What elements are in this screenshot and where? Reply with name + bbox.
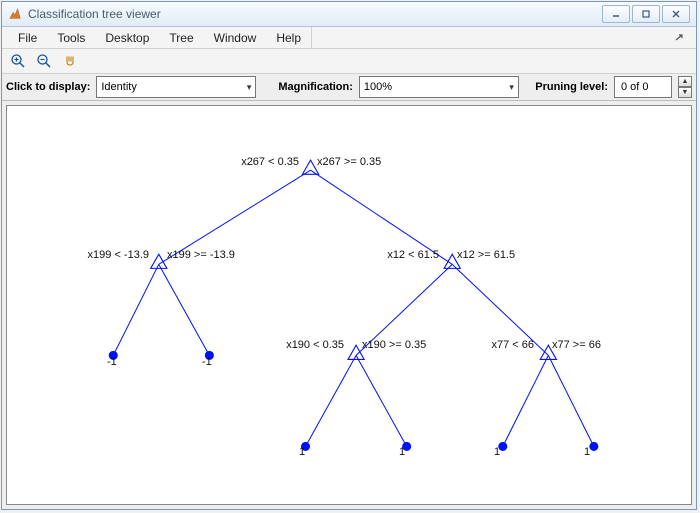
split-label-left: x267 < 0.35 bbox=[229, 156, 299, 168]
magnification-value: 100% bbox=[364, 81, 392, 93]
window-title: Classification tree viewer bbox=[28, 7, 602, 21]
split-label-right: x267 >= 0.35 bbox=[317, 156, 381, 168]
canvas-wrap: x267 < 0.35 x267 >= 0.35 x199 < -13.9 x1… bbox=[2, 101, 696, 509]
window-buttons bbox=[602, 5, 690, 23]
pruning-level-value: 0 of 0 bbox=[614, 76, 672, 98]
minimize-button[interactable] bbox=[602, 5, 630, 23]
click-to-display-value: Identity bbox=[101, 81, 136, 93]
chevron-down-icon: ▾ bbox=[247, 82, 252, 93]
leaf-label: 1 bbox=[399, 446, 405, 458]
leaf-label: -1 bbox=[202, 356, 212, 368]
magnification-label: Magnification: bbox=[278, 81, 353, 93]
dock-undock-button[interactable] bbox=[668, 27, 690, 48]
chevron-down-icon: ▾ bbox=[509, 82, 514, 93]
split-label-left: x77 < 66 bbox=[480, 339, 534, 351]
close-button[interactable] bbox=[662, 5, 690, 23]
spinner-up-button[interactable]: ▲ bbox=[678, 76, 692, 87]
split-label-right: x199 >= -13.9 bbox=[167, 249, 235, 261]
matlab-icon bbox=[8, 7, 22, 21]
leaf-node[interactable] bbox=[590, 443, 598, 451]
titlebar: Classification tree viewer bbox=[2, 2, 696, 27]
click-to-display-label: Click to display: bbox=[6, 81, 90, 93]
maximize-button[interactable] bbox=[632, 5, 660, 23]
leaf-label: 1 bbox=[584, 446, 590, 458]
split-label-left: x199 < -13.9 bbox=[74, 249, 149, 261]
click-to-display-select[interactable]: Identity ▾ bbox=[96, 76, 256, 98]
split-label-right: x190 >= 0.35 bbox=[362, 339, 426, 351]
zoom-out-button[interactable] bbox=[34, 51, 54, 71]
pruning-level-spinner[interactable]: ▲ ▼ bbox=[678, 76, 692, 98]
spinner-down-button[interactable]: ▼ bbox=[678, 87, 692, 98]
split-label-left: x12 < 61.5 bbox=[375, 249, 439, 261]
menu-tree[interactable]: Tree bbox=[159, 27, 203, 48]
split-label-right: x77 >= 66 bbox=[552, 339, 601, 351]
split-label-right: x12 >= 61.5 bbox=[457, 249, 515, 261]
menu-file[interactable]: File bbox=[8, 27, 47, 48]
leaf-label: 1 bbox=[299, 446, 305, 458]
menu-tools[interactable]: Tools bbox=[47, 27, 95, 48]
pan-button[interactable] bbox=[60, 51, 80, 71]
control-bar: Click to display: Identity ▾ Magnificati… bbox=[2, 74, 696, 101]
menu-desktop[interactable]: Desktop bbox=[95, 27, 159, 48]
leaf-label: 1 bbox=[494, 446, 500, 458]
leaf-label: -1 bbox=[107, 356, 117, 368]
split-label-left: x190 < 0.35 bbox=[274, 339, 344, 351]
menubar: File Tools Desktop Tree Window Help bbox=[2, 27, 696, 49]
menu-help[interactable]: Help bbox=[266, 27, 312, 48]
zoom-in-button[interactable] bbox=[8, 51, 28, 71]
tree-canvas[interactable]: x267 < 0.35 x267 >= 0.35 x199 < -13.9 x1… bbox=[6, 105, 692, 505]
magnification-select[interactable]: 100% ▾ bbox=[359, 76, 519, 98]
pruning-level-label: Pruning level: bbox=[535, 81, 608, 93]
menu-window[interactable]: Window bbox=[204, 27, 267, 48]
app-window: Classification tree viewer File Tools De… bbox=[1, 1, 697, 510]
toolbar bbox=[2, 49, 696, 74]
